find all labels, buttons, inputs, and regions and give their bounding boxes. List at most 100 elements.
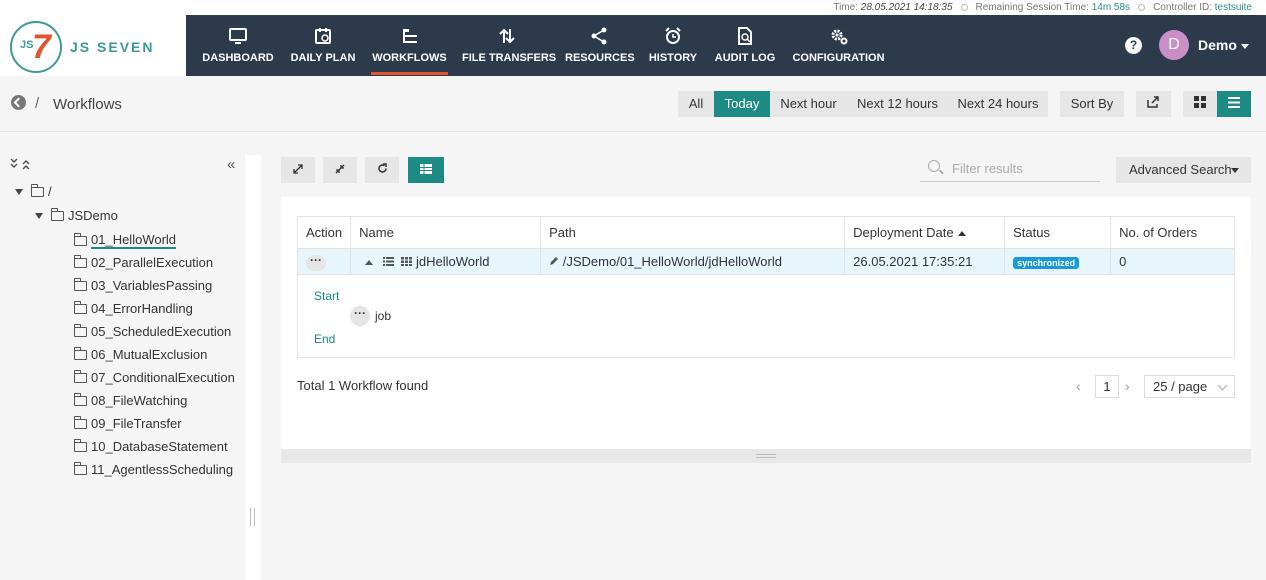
filter-next-24-hours-button[interactable]: Next 24 hours bbox=[948, 91, 1048, 117]
calendar-icon bbox=[289, 26, 357, 46]
sort-by-button[interactable]: Sort By bbox=[1060, 91, 1124, 117]
collapse-panel-icon[interactable]: « bbox=[227, 156, 235, 173]
path-cell: /JSDemo/01_HelloWorld/jdHelloWorld bbox=[540, 248, 846, 275]
table-header-row: Action Name Path Deployment Date Status … bbox=[296, 216, 1235, 249]
chevron-left-icon[interactable]: ‹ bbox=[1076, 378, 1081, 394]
logo-emblem: JS 7 bbox=[10, 21, 62, 73]
folder-icon bbox=[74, 392, 87, 406]
active-underline bbox=[371, 72, 448, 75]
column-orders[interactable]: No. of Orders bbox=[1110, 216, 1235, 249]
chevron-down-icon bbox=[1240, 43, 1249, 49]
workflow-detail: Start ··· job End bbox=[297, 275, 1235, 358]
alarm-clock-icon bbox=[647, 26, 699, 46]
nav-file-transfers[interactable]: FILE TRANSFERS bbox=[462, 15, 556, 76]
folder-icon bbox=[74, 415, 87, 429]
folder-open-icon bbox=[51, 207, 64, 221]
folder-icon bbox=[74, 254, 87, 268]
export-icon bbox=[1147, 96, 1159, 108]
help-icon[interactable]: ? bbox=[1125, 37, 1142, 54]
expand-collapse-all-icon[interactable] bbox=[10, 158, 32, 173]
expand-all-button[interactable] bbox=[281, 157, 315, 183]
caret-down-icon bbox=[15, 188, 23, 195]
separator-dot bbox=[960, 4, 968, 11]
caret-down-icon bbox=[35, 212, 43, 219]
nav-configuration[interactable]: CONFIGURATION bbox=[791, 15, 886, 76]
filter-results-search bbox=[920, 157, 1100, 182]
folder-icon bbox=[74, 232, 87, 246]
column-name[interactable]: Name bbox=[350, 216, 542, 249]
table-row[interactable]: ··· jdHelloWorld /JSDemo/01_HelloWorld/j… bbox=[296, 248, 1235, 275]
filter-all-button[interactable]: All bbox=[678, 91, 714, 117]
current-page[interactable]: 1 bbox=[1095, 375, 1119, 398]
nav-history[interactable]: HISTORY bbox=[647, 15, 699, 76]
list-view-button[interactable] bbox=[1217, 91, 1251, 117]
advanced-search-button[interactable]: Advanced Search bbox=[1116, 157, 1251, 183]
more-actions-icon[interactable]: ··· bbox=[306, 254, 326, 271]
sort-ascending-icon bbox=[957, 231, 966, 237]
status-badge: synchronized bbox=[1013, 257, 1080, 269]
nav-resources[interactable]: RESOURCES bbox=[565, 15, 635, 76]
tree-item[interactable]: 02_ParallelExecution bbox=[74, 254, 213, 270]
tree-item[interactable]: 07_ConditionalExecution bbox=[74, 369, 235, 385]
back-arrow-icon[interactable] bbox=[11, 95, 26, 110]
column-path[interactable]: Path bbox=[540, 216, 846, 249]
grid-view-button[interactable] bbox=[1183, 91, 1217, 117]
gears-icon bbox=[791, 26, 886, 46]
tree-item[interactable]: 08_FileWatching bbox=[74, 392, 187, 408]
table-view-button[interactable] bbox=[408, 157, 444, 183]
audit-search-icon bbox=[713, 26, 777, 46]
folder-icon bbox=[74, 461, 87, 475]
caret-up-icon[interactable] bbox=[365, 260, 374, 266]
folder-icon bbox=[74, 438, 87, 452]
panel-splitter[interactable] bbox=[245, 155, 261, 580]
user-menu[interactable]: Demo bbox=[1198, 37, 1249, 53]
controller-info: Controller ID: testsuite bbox=[1153, 2, 1252, 13]
tree-item[interactable]: 10_DatabaseStatement bbox=[74, 438, 228, 454]
folder-icon bbox=[74, 277, 87, 291]
tree-item[interactable]: 11_AgentlessScheduling bbox=[74, 461, 233, 477]
folder-icon bbox=[74, 300, 87, 314]
nav-audit-log[interactable]: AUDIT LOG bbox=[713, 15, 777, 76]
grid-icon[interactable] bbox=[401, 257, 413, 266]
pencil-icon[interactable] bbox=[549, 256, 559, 266]
refresh-button[interactable] bbox=[365, 157, 399, 183]
logo[interactable]: JS 7 JS SEVEN bbox=[0, 15, 186, 76]
workflow-name[interactable]: jdHelloWorld bbox=[416, 254, 489, 269]
session-status-bar: Time: 28.05.2021 14:18:35 Remaining Sess… bbox=[0, 0, 1266, 15]
drag-handle-icon[interactable] bbox=[756, 454, 776, 458]
workflow-job-node[interactable]: ··· job bbox=[350, 306, 391, 326]
transfer-arrows-icon bbox=[462, 26, 551, 46]
drag-handle-icon[interactable] bbox=[250, 508, 255, 526]
filter-next-hour-button[interactable]: Next hour bbox=[770, 91, 847, 117]
column-deployment-date[interactable]: Deployment Date bbox=[844, 216, 1006, 249]
tree-folder-jsdemo[interactable]: JSDemo bbox=[35, 207, 118, 223]
folder-icon bbox=[74, 369, 87, 383]
page-size-select[interactable]: 25 / page bbox=[1144, 375, 1235, 398]
filter-today-button[interactable]: Today bbox=[714, 91, 770, 117]
tree-item[interactable]: 01_HelloWorld bbox=[74, 232, 177, 249]
tree-item[interactable]: 03_VariablesPassing bbox=[74, 277, 212, 293]
refresh-icon bbox=[377, 163, 387, 173]
column-status[interactable]: Status bbox=[1004, 216, 1112, 249]
export-button[interactable] bbox=[1136, 91, 1171, 117]
deployment-date-cell: 26.05.2021 17:35:21 bbox=[844, 248, 1006, 275]
nav-workflows[interactable]: WORKFLOWS bbox=[371, 15, 448, 76]
collapse-all-button[interactable] bbox=[323, 157, 357, 183]
tree-item[interactable]: 09_FileTransfer bbox=[74, 415, 182, 431]
chevron-right-icon[interactable]: › bbox=[1125, 378, 1130, 394]
column-action: Action bbox=[296, 216, 352, 249]
tree-item[interactable]: 04_ErrorHandling bbox=[74, 300, 193, 316]
grid-icon bbox=[1194, 96, 1206, 108]
filter-next-12-hours-button[interactable]: Next 12 hours bbox=[847, 91, 948, 117]
tree-root[interactable]: / bbox=[15, 183, 52, 199]
more-actions-icon[interactable]: ··· bbox=[350, 306, 370, 326]
nav-daily-plan[interactable]: DAILY PLAN bbox=[289, 15, 357, 76]
tree-item[interactable]: 05_ScheduledExecution bbox=[74, 323, 231, 339]
resize-handle[interactable] bbox=[281, 449, 1251, 463]
search-input[interactable] bbox=[952, 159, 1092, 177]
tree-item[interactable]: 06_MutualExclusion bbox=[74, 346, 207, 362]
nav-dashboard[interactable]: DASHBOARD bbox=[201, 15, 275, 76]
avatar[interactable]: D bbox=[1159, 30, 1189, 60]
list-icon bbox=[1228, 97, 1240, 108]
session-info: Remaining Session Time: 14m 58s bbox=[975, 2, 1131, 13]
